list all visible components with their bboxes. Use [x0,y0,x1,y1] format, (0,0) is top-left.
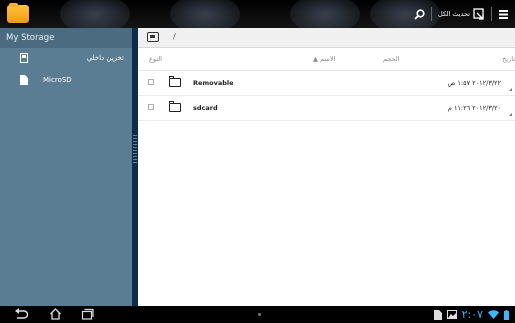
sidebar-item-microsd[interactable]: MicroSD [0,70,132,92]
table-header: النوع ▲ الاسم الحجم تاريخ [138,48,515,71]
sidebar-item-label: تخزين داخلي [86,54,124,62]
battery-icon [504,309,509,320]
refresh-all-label: تحديث الكل [438,10,470,18]
status-area[interactable]: ٢:٠٧ [433,308,509,321]
resize-handle[interactable] [133,135,137,163]
notification-dot [258,313,261,316]
file-name: sdcard [193,104,218,112]
folder-icon [168,76,181,87]
file-name: Removable [193,79,234,87]
separator [491,7,492,21]
table-row[interactable]: sdcard ٢٠١٢/٣/٢٠ ١١:٢٦ م [138,96,515,121]
sd-notification-icon [433,309,442,320]
clock: ٢:٠٧ [461,308,483,321]
file-date: ٢٠١٢/٣/٢٢ ١:٥٧ ص [447,79,501,87]
sdcard-icon [20,53,28,63]
row-checkbox[interactable] [148,104,154,110]
system-bar: ٢:٠٧ [0,306,515,323]
storage-root-icon[interactable] [147,32,159,42]
folder-icon [168,101,181,112]
file-list-pane: / النوع ▲ الاسم الحجم تاريخ Removable ٢٠… [138,28,515,306]
back-icon[interactable] [14,308,28,320]
column-name-label: الاسم [320,55,336,63]
column-name[interactable]: ▲ الاسم [313,55,335,63]
column-size[interactable]: الحجم [383,55,400,63]
row-corner-icon [509,113,512,116]
column-type[interactable]: النوع [149,55,162,63]
recent-apps-icon[interactable] [81,308,94,320]
select-all-icon [473,8,484,20]
menu-icon[interactable] [498,9,509,20]
action-bar-controls: تحديث الكل [414,6,509,22]
folder-app-icon[interactable] [7,3,29,23]
breadcrumb: / [138,28,515,48]
column-date[interactable]: تاريخ [502,55,515,63]
image-notification-icon [446,310,457,319]
wifi-icon [488,310,499,319]
row-corner-icon [509,88,512,91]
storage-sidebar: My Storage تخزين داخلي MicroSD [0,28,132,306]
path-separator: / [173,32,176,41]
separator [431,7,433,21]
home-icon[interactable] [49,308,62,320]
sidebar-item-internal-storage[interactable]: تخزين داخلي [0,48,132,70]
sidebar-item-label: MicroSD [43,76,72,84]
sidebar-title: My Storage [0,28,132,48]
microsd-icon [20,75,28,85]
refresh-all-button[interactable]: تحديث الكل [438,8,485,20]
row-checkbox[interactable] [148,79,154,85]
search-icon[interactable] [414,8,425,20]
table-row[interactable]: Removable ٢٠١٢/٣/٢٢ ١:٥٧ ص [138,71,515,96]
action-bar: تحديث الكل [0,0,515,34]
file-date: ٢٠١٢/٣/٢٠ ١١:٢٦ م [447,104,501,112]
